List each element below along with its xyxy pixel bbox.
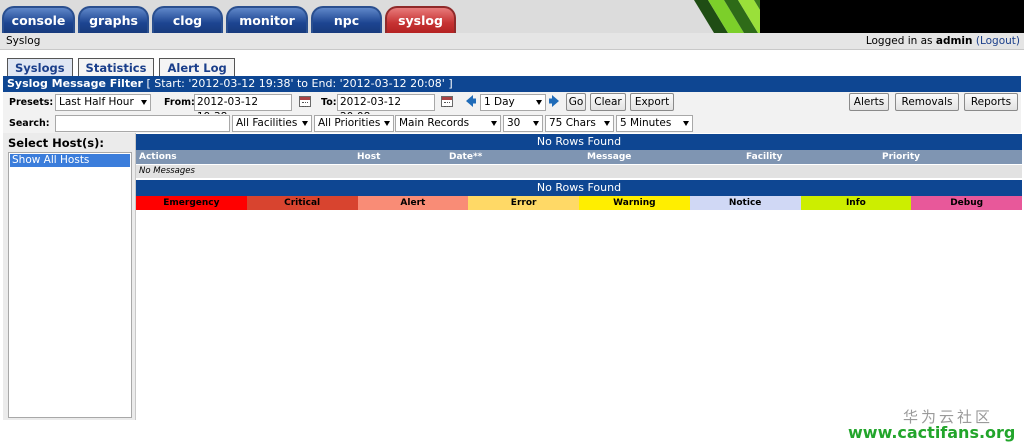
legend-emergency: Emergency xyxy=(136,196,247,210)
chevron-down-icon xyxy=(604,121,610,126)
facility-value: All Facilities xyxy=(236,117,298,129)
removals-button[interactable]: Removals xyxy=(895,93,959,111)
host-title: Select Host(s): xyxy=(8,136,104,150)
from-input[interactable]: 2012-03-12 19:38 xyxy=(194,94,292,123)
tab-clog[interactable]: clog xyxy=(152,6,223,33)
calendar-icon[interactable] xyxy=(441,96,453,107)
empty-message-row: No Messages xyxy=(136,165,1022,178)
logout-link[interactable]: (Logout) xyxy=(976,35,1020,47)
to-input[interactable]: 2012-03-12 20:08 xyxy=(337,94,435,123)
tab-monitor[interactable]: monitor xyxy=(226,6,308,33)
login-status: Logged in as admin (Logout) xyxy=(866,35,1020,47)
column-priority[interactable]: Priority xyxy=(882,152,920,162)
search-input[interactable] xyxy=(55,115,230,132)
tab-console[interactable]: console xyxy=(2,6,75,33)
legend-error: Error xyxy=(468,196,579,210)
chevron-down-icon xyxy=(533,121,539,126)
message-table-header: Actions Host Date** Message Facility Pri… xyxy=(136,150,1022,164)
breadcrumb: Syslog xyxy=(6,35,41,47)
legend-notice: Notice xyxy=(689,196,801,210)
column-actions[interactable]: Actions xyxy=(139,152,177,162)
priority-select[interactable]: All Priorities xyxy=(314,115,394,132)
filter-row-time: Presets: Last Half Hour From: 2012-03-12… xyxy=(3,92,1021,123)
chars-select[interactable]: 75 Chars xyxy=(545,115,614,132)
breadcrumb-bar: Syslog Logged in as admin (Logout) xyxy=(0,33,1024,50)
priority-value: All Priorities xyxy=(318,117,381,129)
tab-syslog[interactable]: syslog xyxy=(385,6,456,33)
shift-right-icon[interactable] xyxy=(549,95,559,107)
chevron-down-icon xyxy=(683,121,689,126)
watermark-url: www.cactifans.org xyxy=(848,423,1016,442)
timespan-select[interactable]: 1 Day xyxy=(480,94,546,111)
refresh-value: 5 Minutes xyxy=(620,117,672,129)
reports-button[interactable]: Reports xyxy=(964,93,1018,111)
records-value: Main Records xyxy=(399,117,470,129)
host-panel: Select Host(s): Show All Hosts xyxy=(3,133,136,420)
refresh-select[interactable]: 5 Minutes xyxy=(616,115,693,132)
subtab-alert-log[interactable]: Alert Log xyxy=(159,58,235,76)
chevron-down-icon xyxy=(384,121,390,126)
go-button[interactable]: Go xyxy=(566,93,586,111)
records-select[interactable]: Main Records xyxy=(395,115,501,132)
no-rows-banner-bottom: No Rows Found xyxy=(136,180,1022,196)
host-item-all[interactable]: Show All Hosts xyxy=(10,154,130,167)
column-date[interactable]: Date** xyxy=(449,152,482,162)
column-message[interactable]: Message xyxy=(587,152,631,162)
facility-select[interactable]: All Facilities xyxy=(232,115,312,132)
legend-debug: Debug xyxy=(911,196,1022,210)
host-list[interactable]: Show All Hosts xyxy=(8,152,132,418)
presets-value: Last Half Hour xyxy=(59,96,134,108)
timespan-value: 1 Day xyxy=(484,96,515,108)
login-user: admin xyxy=(935,35,973,47)
no-rows-banner: No Rows Found xyxy=(136,134,1022,150)
filter-header: Syslog Message Filter [ Start: '2012-03-… xyxy=(3,76,1021,92)
alerts-button[interactable]: Alerts xyxy=(849,93,889,111)
legend-info: Info xyxy=(800,196,912,210)
search-label: Search: xyxy=(9,118,50,129)
chevron-down-icon xyxy=(302,121,308,126)
clear-button[interactable]: Clear xyxy=(590,93,626,111)
shift-left-icon[interactable] xyxy=(466,95,476,107)
top-tab-bar: console graphs clog monitor npc syslog xyxy=(0,0,1024,33)
legend-alert: Alert xyxy=(357,196,469,210)
syslog-subtabs: Syslogs Statistics Alert Log xyxy=(7,58,235,76)
calendar-icon[interactable] xyxy=(299,96,311,107)
rows-select[interactable]: 30 xyxy=(503,115,543,132)
export-button[interactable]: Export xyxy=(630,93,674,111)
subtab-statistics[interactable]: Statistics xyxy=(77,58,155,76)
chevron-down-icon xyxy=(491,121,497,126)
filter-row-search: Search: All Facilities All Priorities Ma… xyxy=(3,114,1021,133)
header-black-band xyxy=(760,0,1024,33)
chars-value: 75 Chars xyxy=(549,117,596,129)
chevron-down-icon xyxy=(536,100,542,105)
filter-range: [ Start: '2012-03-12 19:38' to End: '201… xyxy=(146,77,453,90)
column-host[interactable]: Host xyxy=(357,152,380,162)
legend-warning: Warning xyxy=(579,196,690,210)
filter-title: Syslog Message Filter xyxy=(7,77,143,90)
login-prefix: Logged in as xyxy=(865,35,933,47)
presets-select[interactable]: Last Half Hour xyxy=(55,94,151,111)
column-facility[interactable]: Facility xyxy=(746,152,782,162)
to-label: To: xyxy=(321,97,337,108)
rows-value: 30 xyxy=(507,117,521,129)
legend-critical: Critical xyxy=(246,196,358,210)
tab-npc[interactable]: npc xyxy=(311,6,382,33)
presets-label: Presets: xyxy=(9,97,54,108)
priority-legend: Emergency Critical Alert Error Warning N… xyxy=(136,196,1022,210)
chevron-down-icon xyxy=(141,100,147,105)
from-label: From: xyxy=(164,97,195,108)
tab-graphs[interactable]: graphs xyxy=(78,6,149,33)
subtab-syslogs[interactable]: Syslogs xyxy=(7,58,73,76)
